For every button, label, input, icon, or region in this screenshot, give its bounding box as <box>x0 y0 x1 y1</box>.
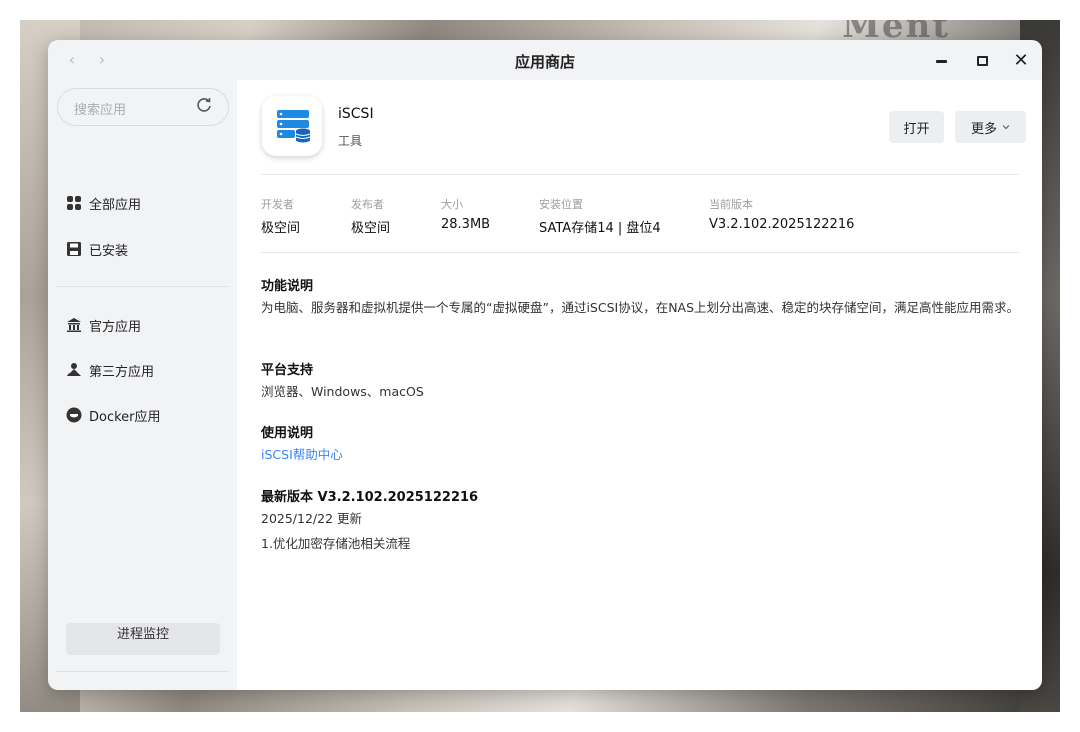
info-label: 当前版本 <box>709 198 753 211</box>
info-label: 开发者 <box>261 198 294 211</box>
info-install-location: 安装位置 SATA存储14 | 盘位4 <box>539 196 661 236</box>
sidebar-item-installed[interactable]: 已安装 <box>66 237 128 261</box>
help-center-link[interactable]: iSCSI帮助中心 <box>261 445 343 465</box>
info-value: 极空间 <box>351 221 391 236</box>
open-button[interactable]: 打开 <box>889 111 944 143</box>
sidebar-item-label: 已安装 <box>89 243 129 259</box>
info-current-version: 当前版本 V3.2.102.2025122216 <box>709 196 854 232</box>
app-icon <box>262 96 322 156</box>
info-value: 极空间 <box>261 221 301 236</box>
sidebar-item-official[interactable]: 官方应用 <box>66 313 141 337</box>
info-value: 28.3MB <box>441 217 491 232</box>
bank-icon <box>66 317 82 333</box>
info-value: V3.2.102.2025122216 <box>709 217 855 232</box>
sidebar-divider <box>56 286 229 287</box>
features-heading: 功能说明 <box>261 279 314 294</box>
title-bar: ‹ › 应用商店 ✕ <box>48 40 1042 80</box>
info-label: 大小 <box>441 198 463 211</box>
sidebar-item-docker[interactable]: Docker应用 <box>66 403 161 427</box>
more-button[interactable]: 更多 <box>955 111 1026 143</box>
close-icon: ✕ <box>1013 50 1029 71</box>
info-size: 大小 28.3MB <box>441 196 490 232</box>
window-title: 应用商店 <box>514 53 575 71</box>
info-label: 安装位置 <box>539 198 583 211</box>
info-developer: 开发者 极空间 <box>261 196 300 236</box>
sidebar: 搜索应用 全部应用 已安装 官方应用 第三方应用 Docker应用 进程监控 <box>48 80 237 690</box>
server-database-icon <box>277 110 311 143</box>
more-label: 更多 <box>970 121 997 137</box>
close-button[interactable]: ✕ <box>1010 50 1032 72</box>
open-label: 打开 <box>903 121 930 137</box>
settings-item[interactable]: 设置 <box>66 689 115 690</box>
app-name: iSCSI <box>338 106 374 122</box>
sidebar-item-label: Docker应用 <box>89 409 161 425</box>
process-monitor-button[interactable]: 进程监控 <box>66 623 220 655</box>
app-detail-panel: iSCSI 工具 打开 更多 开发者 极空间 发布者 极空间 大小 28.3MB… <box>237 80 1042 690</box>
refresh-icon[interactable] <box>196 97 212 117</box>
features-text: 为电脑、服务器和虚拟机提供一个专属的“虚拟硬盘”，通过iSCSI协议，在NAS上… <box>261 300 1020 315</box>
latest-version-notes: 1.优化加密存储池相关流程 <box>261 536 411 551</box>
sidebar-divider <box>56 671 229 672</box>
divider <box>261 252 1019 253</box>
sidebar-item-third-party[interactable]: 第三方应用 <box>66 358 154 382</box>
maximize-button[interactable] <box>971 50 993 72</box>
docker-icon <box>66 407 82 423</box>
sidebar-item-all-apps[interactable]: 全部应用 <box>66 191 141 215</box>
chevron-down-icon <box>1002 120 1010 135</box>
platform-heading: 平台支持 <box>261 363 314 378</box>
sidebar-item-label: 全部应用 <box>89 197 142 213</box>
info-value: SATA存储14 | 盘位4 <box>539 221 661 236</box>
grid-icon <box>66 195 82 211</box>
maximize-icon <box>976 56 988 66</box>
usage-heading: 使用说明 <box>261 426 314 441</box>
install-icon <box>66 241 82 257</box>
divider <box>261 174 1019 175</box>
info-label: 发布者 <box>351 198 384 211</box>
minimize-button[interactable] <box>930 50 952 72</box>
platform-text: 浏览器、Windows、macOS <box>261 384 424 399</box>
app-category: 工具 <box>338 134 363 148</box>
search-input[interactable]: 搜索应用 <box>57 88 229 126</box>
minimize-icon <box>935 59 947 63</box>
latest-version-heading: 最新版本 V3.2.102.2025122216 <box>261 490 479 505</box>
info-publisher: 发布者 极空间 <box>351 196 390 236</box>
app-store-window: ‹ › 应用商店 ✕ 搜索应用 全部应用 已安装 官方应用 第三方应用 Dock… <box>48 40 1042 690</box>
share-icon <box>66 362 82 378</box>
sidebar-item-label: 第三方应用 <box>89 364 155 380</box>
latest-version-date: 2025/12/22 更新 <box>261 511 363 526</box>
search-placeholder: 搜索应用 <box>74 103 127 118</box>
sidebar-item-label: 官方应用 <box>89 319 142 335</box>
